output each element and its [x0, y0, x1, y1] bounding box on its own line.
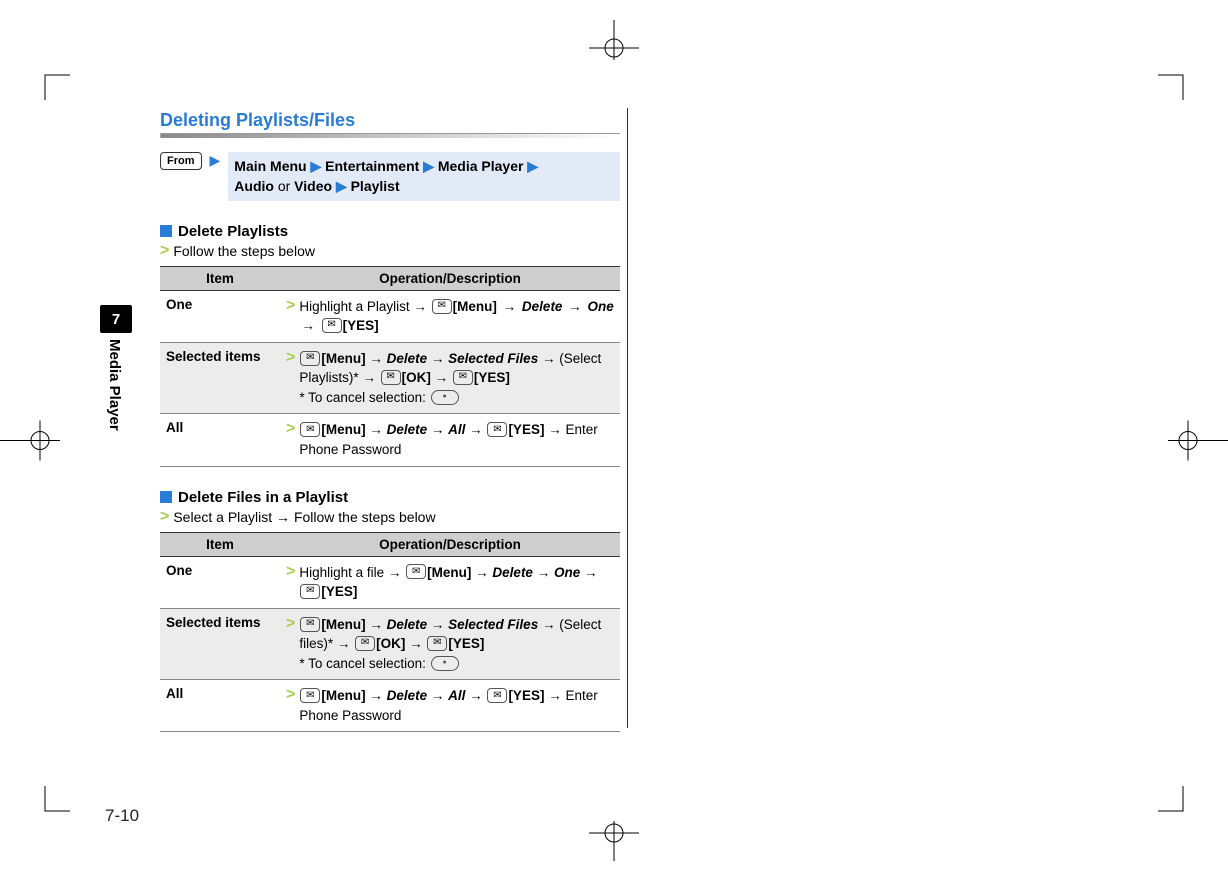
delete-files-table: Item Operation/Description One > Highlig… — [160, 532, 620, 733]
crop-mark-tr — [1158, 50, 1208, 100]
table-header-operation: Operation/Description — [280, 266, 620, 290]
registration-mark-bottom — [579, 821, 649, 866]
chevron-icon: > — [160, 508, 169, 526]
center-key-icon — [431, 656, 459, 671]
mail-key-icon — [322, 318, 342, 333]
mail-key-icon — [427, 636, 447, 651]
from-badge: From — [160, 152, 202, 170]
row-item: Selected items — [160, 342, 280, 414]
row-operation: > Highlight a file → [Menu] → Delete → O… — [280, 556, 620, 608]
chevron-icon: > — [160, 242, 169, 260]
from-arrow-icon: ▶ — [210, 152, 221, 169]
mail-key-icon — [432, 299, 452, 314]
delete-playlists-follow: > Follow the steps below — [160, 242, 620, 260]
row-item: All — [160, 680, 280, 732]
row-item: Selected items — [160, 608, 280, 680]
table-row: All > [Menu] → Delete → All → [YES] → En… — [160, 414, 620, 466]
row-operation: > [Menu] → Delete → All → [YES] → Enter … — [280, 414, 620, 466]
mail-key-icon — [300, 617, 320, 632]
row-operation: > [Menu] → Delete → Selected Files → (Se… — [280, 608, 620, 680]
crop-mark-tl — [20, 50, 70, 100]
section-title: Deleting Playlists/Files — [160, 110, 620, 134]
table-row: All > [Menu] → Delete → All → [YES] → En… — [160, 680, 620, 732]
content-column: Deleting Playlists/Files From ▶ Main Men… — [160, 110, 620, 732]
from-path: Main Menu ▶ Entertainment ▶ Media Player… — [228, 152, 620, 201]
delete-files-follow: > Select a Playlist → Follow the steps b… — [160, 508, 620, 526]
table-header-row: Item Operation/Description — [160, 532, 620, 556]
square-bullet-icon — [160, 225, 172, 237]
registration-mark-top — [579, 20, 649, 65]
crop-mark-br — [1158, 786, 1208, 836]
chapter-label: Media Player — [106, 339, 123, 431]
mail-key-icon — [487, 422, 507, 437]
from-navigation: From ▶ Main Menu ▶ Entertainment ▶ Media… — [160, 152, 620, 201]
mail-key-icon — [300, 351, 320, 366]
crop-mark-bl — [20, 786, 70, 836]
row-operation: > [Menu] → Delete → Selected Files → (Se… — [280, 342, 620, 414]
row-operation: > Highlight a Playlist → [Menu] → Delete… — [280, 290, 620, 342]
center-key-icon — [431, 390, 459, 405]
mail-key-icon — [487, 688, 507, 703]
mail-key-icon — [300, 584, 320, 599]
table-row: One > Highlight a Playlist → [Menu] → De… — [160, 290, 620, 342]
row-operation: > [Menu] → Delete → All → [YES] → Enter … — [280, 680, 620, 732]
page-area: 7 Media Player Deleting Playlists/Files … — [105, 60, 1125, 826]
delete-playlists-table: Item Operation/Description One > Highlig… — [160, 266, 620, 467]
mail-key-icon — [381, 370, 401, 385]
mail-key-icon — [453, 370, 473, 385]
mail-key-icon — [300, 422, 320, 437]
square-bullet-icon — [160, 491, 172, 503]
mail-key-icon — [300, 688, 320, 703]
page-number: 7-10 — [105, 806, 139, 826]
delete-files-heading: Delete Files in a Playlist — [160, 489, 620, 506]
column-divider — [627, 108, 628, 728]
registration-mark-right — [1168, 416, 1228, 471]
table-header-item: Item — [160, 532, 280, 556]
mail-key-icon — [406, 564, 426, 579]
row-item: All — [160, 414, 280, 466]
chapter-tab: 7 Media Player — [100, 305, 140, 431]
table-header-row: Item Operation/Description — [160, 266, 620, 290]
table-header-operation: Operation/Description — [280, 532, 620, 556]
table-row: One > Highlight a file → [Menu] → Delete… — [160, 556, 620, 608]
delete-playlists-heading: Delete Playlists — [160, 223, 620, 240]
table-header-item: Item — [160, 266, 280, 290]
chapter-number: 7 — [100, 305, 132, 333]
row-item: One — [160, 556, 280, 608]
table-row: Selected items > [Menu] → Delete → Selec… — [160, 342, 620, 414]
registration-mark-left — [0, 416, 60, 471]
mail-key-icon — [355, 636, 375, 651]
row-item: One — [160, 290, 280, 342]
table-row: Selected items > [Menu] → Delete → Selec… — [160, 608, 620, 680]
